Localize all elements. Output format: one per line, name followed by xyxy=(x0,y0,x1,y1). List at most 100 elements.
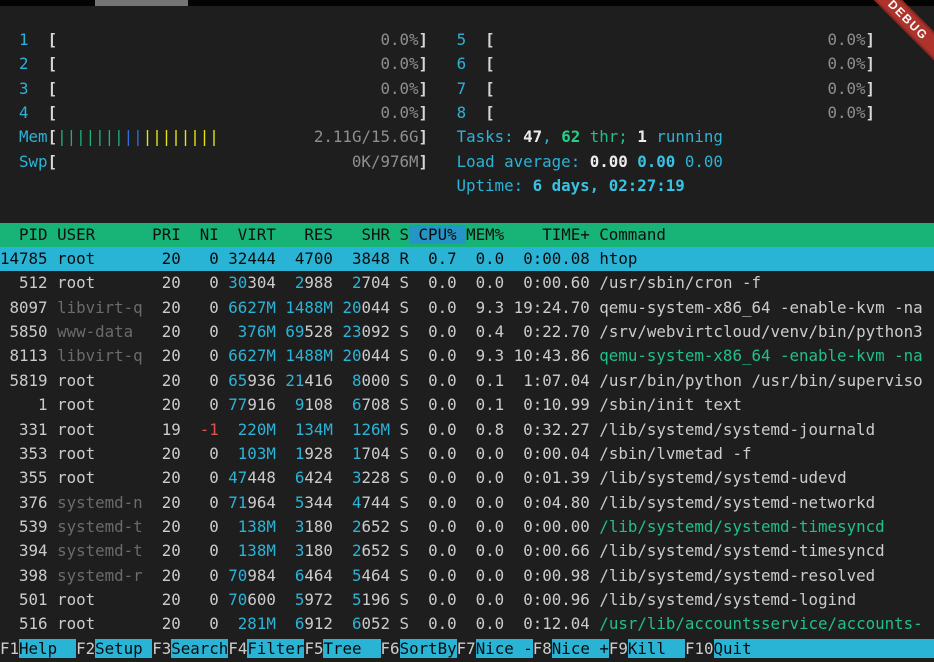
cpu5-bar-open: [ xyxy=(485,30,495,49)
res: 6 xyxy=(285,566,304,585)
command: /lib/systemd/systemd-journald xyxy=(590,420,875,439)
nice: 0 xyxy=(181,468,219,487)
fnkey-f9[interactable]: F9Kill xyxy=(609,639,685,658)
col-header-pid[interactable]: PID xyxy=(0,225,48,244)
priority: 20 xyxy=(143,541,181,560)
col-header-shr[interactable]: SHR xyxy=(333,225,390,244)
window-tab-strip xyxy=(0,0,934,6)
table-header: PID USER PRI NI VIRT RES SHR S CPU% MEM%… xyxy=(0,223,934,247)
fnkey-f7[interactable]: F7Nice - xyxy=(457,639,533,658)
cpu5-value: 0.0% xyxy=(495,30,866,49)
cpu1-bar-close: ] xyxy=(419,30,429,49)
cpu3-bar-open: [ xyxy=(48,79,58,98)
command: /sbin/init text xyxy=(590,395,742,414)
pid: 1 xyxy=(0,395,48,414)
col-header-time[interactable]: TIME+ xyxy=(504,225,590,244)
command: /lib/systemd/systemd-timesyncd xyxy=(590,541,885,560)
pid: 394 xyxy=(0,541,48,560)
fnkey-f1-label: Help xyxy=(19,639,76,658)
col-header-pri[interactable]: PRI xyxy=(143,225,181,244)
cpu3-bar-close: ] xyxy=(419,79,429,98)
virt: 6627M xyxy=(228,298,276,317)
col-header-virt[interactable]: VIRT xyxy=(219,225,276,244)
fnkey-f5[interactable]: F5Tree xyxy=(304,639,380,658)
process-row-353[interactable]: 353 root 20 0 103M 1928 1704 S 0.0 0.0 0… xyxy=(0,442,934,466)
time: 0:00.04 xyxy=(504,444,590,463)
mem-pipes-blue: || xyxy=(124,127,143,146)
fnkey-f8[interactable]: F8Nice + xyxy=(533,639,609,658)
virt: 77 xyxy=(228,395,247,414)
process-row-539[interactable]: 539 systemd-t 20 0 138M 3180 2652 S 0.0 … xyxy=(0,515,934,539)
col-header-command[interactable]: Command xyxy=(590,225,666,244)
fnkey-f4-label: Filter xyxy=(247,639,304,658)
tasks-running-text: running xyxy=(647,127,723,146)
col-header-cpu[interactable]: CPU% xyxy=(409,225,466,244)
blank-line xyxy=(0,198,934,222)
virt: 376M xyxy=(228,322,276,341)
nice: 0 xyxy=(181,541,219,560)
shr: 2 xyxy=(342,517,361,536)
fnkey-f1[interactable]: F1Help xyxy=(0,639,76,658)
load-5min: 0.00 xyxy=(628,152,676,171)
user: libvirt-q xyxy=(48,346,143,365)
process-row-516[interactable]: 516 root 20 0 281M 6912 6052 S 0.0 0.0 0… xyxy=(0,612,934,636)
cpu1-value: 0.0% xyxy=(57,30,418,49)
fnkey-f2[interactable]: F2Setup xyxy=(76,639,152,658)
user: www-data xyxy=(48,322,143,341)
virt: 138M xyxy=(228,541,276,560)
process-row-8113[interactable]: 8113 libvirt-q 20 0 6627M 1488M 20044 S … xyxy=(0,344,934,368)
cpu2-bar-open: [ xyxy=(48,54,58,73)
cpu-percent: 0.0 xyxy=(409,444,457,463)
col-header-mem[interactable]: MEM% xyxy=(466,225,504,244)
process-row-8097[interactable]: 8097 libvirt-q 20 0 6627M 1488M 20044 S … xyxy=(0,296,934,320)
col-header-s[interactable]: S xyxy=(390,225,409,244)
fnkey-f10[interactable]: F10Quit xyxy=(685,639,934,658)
cpu2-value: 0.0% xyxy=(57,54,418,73)
state: S xyxy=(390,273,409,292)
col-header-user[interactable]: USER xyxy=(48,225,143,244)
mem-meter-value: 2.11G/15.6G xyxy=(219,127,419,146)
nice: 0 xyxy=(181,444,219,463)
process-row-5819[interactable]: 5819 root 20 0 65936 21416 8000 S 0.0 0.… xyxy=(0,369,934,393)
process-row-398[interactable]: 398 systemd-r 20 0 70984 6464 5464 S 0.0… xyxy=(0,564,934,588)
res: 3 xyxy=(285,517,304,536)
process-row-5850[interactable]: 5850 www-data 20 0 376M 69528 23092 S 0.… xyxy=(0,320,934,344)
virt: 138M xyxy=(228,517,276,536)
state: S xyxy=(390,322,409,341)
swp-bar-close: ] xyxy=(419,152,429,171)
fnkey-f6[interactable]: F6SortBy xyxy=(381,639,457,658)
time: 0:01.39 xyxy=(504,468,590,487)
res: 5 xyxy=(285,493,304,512)
priority: 19 xyxy=(143,420,181,439)
cpu-percent: 0.0 xyxy=(409,590,457,609)
cpu8-bar-close: ] xyxy=(866,103,876,122)
uptime-line: Uptime: 6 days, 02:27:19 xyxy=(0,174,934,198)
shr: 23 xyxy=(342,322,361,341)
res: 2 xyxy=(285,273,304,292)
process-row-376[interactable]: 376 systemd-n 20 0 71964 5344 4744 S 0.0… xyxy=(0,491,934,515)
col-header-res[interactable]: RES xyxy=(276,225,333,244)
user: systemd-n xyxy=(48,493,143,512)
process-row-14785[interactable]: 14785 root 20 0 32444 4700 3848 R 0.7 0.… xyxy=(0,247,934,271)
priority: 20 xyxy=(143,249,181,268)
mem-percent: 0.0 xyxy=(457,493,505,512)
process-row-331[interactable]: 331 root 19 -1 220M 134M 126M S 0.0 0.8 … xyxy=(0,418,934,442)
fnkey-f10-key: F10 xyxy=(685,639,714,658)
process-row-394[interactable]: 394 systemd-t 20 0 138M 3180 2652 S 0.0 … xyxy=(0,539,934,563)
load-1min: 0.00 xyxy=(590,152,628,171)
col-header-ni[interactable]: NI xyxy=(181,225,219,244)
cpu-percent: 0.0 xyxy=(409,346,457,365)
mem-meter-label: Mem xyxy=(19,127,48,146)
nice: 0 xyxy=(181,395,219,414)
mem-percent: 0.0 xyxy=(457,468,505,487)
process-row-501[interactable]: 501 root 20 0 70600 5972 5196 S 0.0 0.0 … xyxy=(0,588,934,612)
virt: 70 xyxy=(228,566,247,585)
fnkey-f4[interactable]: F4Filter xyxy=(228,639,304,658)
mem-percent: 9.3 xyxy=(457,346,505,365)
fnkey-f3[interactable]: F3Search xyxy=(152,639,228,658)
command: /lib/systemd/systemd-timesyncd xyxy=(590,517,885,536)
process-row-512[interactable]: 512 root 20 0 30304 2988 2704 S 0.0 0.0 … xyxy=(0,271,934,295)
time: 10:43.86 xyxy=(504,346,590,365)
process-row-355[interactable]: 355 root 20 0 47448 6424 3228 S 0.0 0.0 … xyxy=(0,466,934,490)
process-row-1[interactable]: 1 root 20 0 77916 9108 6708 S 0.0 0.1 0:… xyxy=(0,393,934,417)
